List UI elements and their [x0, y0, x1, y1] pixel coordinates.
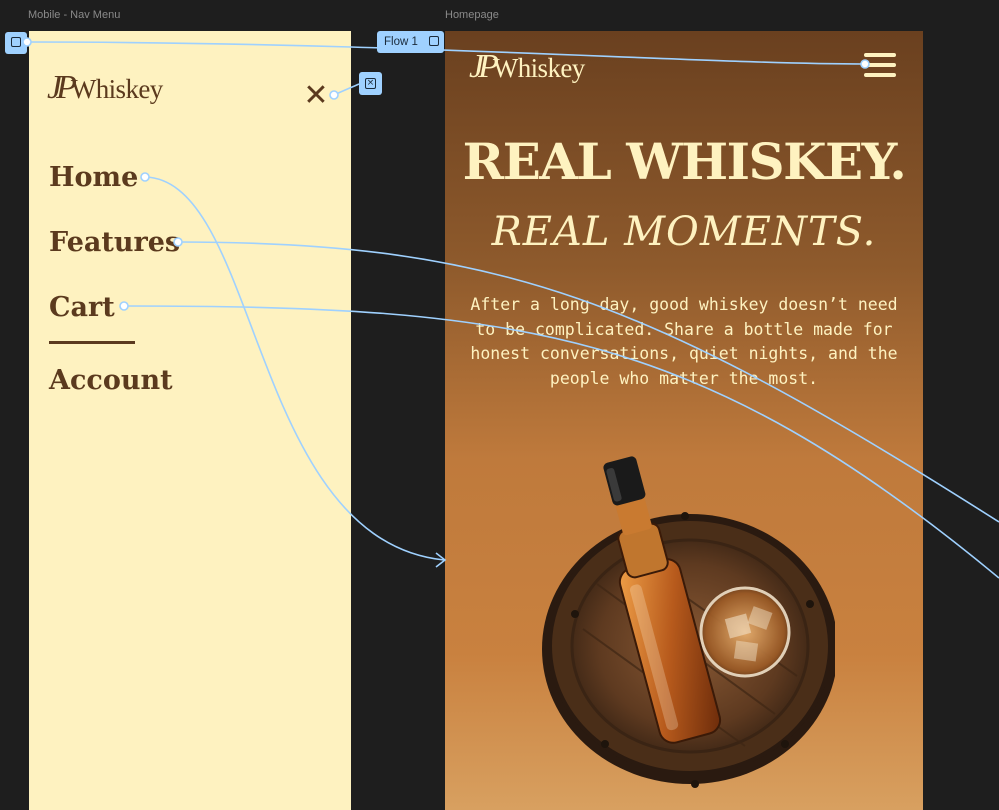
logo-monogram: JP [47, 69, 77, 106]
logo-wordmark: Whiskey [492, 53, 585, 83]
whiskey-bottle-on-barrel-image [542, 456, 835, 788]
nav-item-cart[interactable]: Cart [49, 292, 115, 323]
nav-menu-frame[interactable]: JPWhiskey ✕ Home Features Cart Account [29, 31, 351, 810]
flow-start-label[interactable]: Flow 1 [377, 31, 444, 53]
intro-text: After a long day, good whiskey doesn’t n… [470, 295, 898, 388]
headline-secondary: REAL MOMENTS. [491, 209, 877, 255]
nav-item-features[interactable]: Features [49, 227, 180, 258]
nav-item-home[interactable]: Home [49, 162, 138, 193]
flow-label-text: Flow 1 [384, 36, 418, 48]
nav-logo: JPWhiskey [47, 69, 163, 107]
home-logo: JPWhiskey [469, 48, 585, 86]
nav-item-account[interactable]: Account [49, 365, 173, 396]
home-frame-label[interactable]: Homepage [445, 9, 499, 21]
close-icon[interactable]: ✕ [299, 79, 333, 113]
logo-wordmark: Whiskey [70, 74, 163, 104]
active-underline [49, 341, 135, 344]
logo-monogram: JP [469, 48, 499, 85]
flow-icon [429, 36, 439, 46]
flow-start-icon[interactable] [5, 32, 27, 54]
homepage-frame[interactable]: JPWhiskey REAL WHISKEY. REAL MOMENTS. Af… [445, 31, 923, 810]
nav-frame-label[interactable]: Mobile - Nav Menu [28, 9, 120, 21]
close-overlay-icon[interactable]: × [359, 72, 382, 95]
hamburger-menu-icon[interactable] [864, 53, 896, 77]
connection-home-arrow [435, 552, 447, 568]
headline-primary: REAL WHISKEY. [462, 132, 907, 191]
